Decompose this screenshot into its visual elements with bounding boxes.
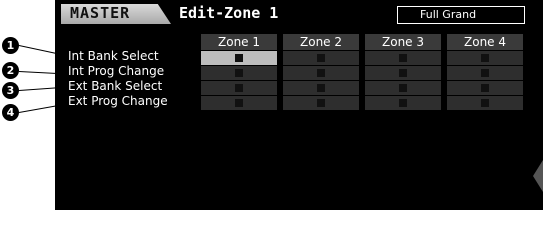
- page-title: Edit-Zone 1: [179, 4, 279, 22]
- checkbox-indicator-icon: [399, 99, 407, 107]
- page-right-arrow-icon[interactable]: [533, 160, 543, 192]
- zone-4-row-3-checkbox[interactable]: [447, 81, 523, 95]
- param-label-int-bank-select: Int Bank Select: [68, 49, 159, 63]
- zone-3-row-1-checkbox[interactable]: [365, 51, 441, 65]
- zone-2-header: Zone 2: [283, 34, 359, 50]
- callout-badge-4: 4: [2, 104, 19, 121]
- checkbox-indicator-icon: [399, 84, 407, 92]
- checkbox-indicator-icon: [481, 69, 489, 77]
- mode-label: MASTER: [70, 4, 131, 22]
- mode-tab: MASTER: [61, 4, 171, 24]
- zone-1-row-4-checkbox[interactable]: [201, 96, 277, 110]
- lcd-screen: MASTER Edit-Zone 1 Full Grand Int Bank S…: [55, 0, 543, 210]
- zone-3-row-2-checkbox[interactable]: [365, 66, 441, 80]
- checkbox-indicator-icon: [399, 54, 407, 62]
- checkbox-indicator-icon: [235, 84, 243, 92]
- param-label-int-prog-change: Int Prog Change: [68, 64, 165, 78]
- callout-badge-1: 1: [2, 37, 19, 54]
- zone-2-row-2-checkbox[interactable]: [283, 66, 359, 80]
- checkbox-indicator-icon: [481, 99, 489, 107]
- callout-badge-3: 3: [2, 82, 19, 99]
- voice-name-display: Full Grand: [397, 6, 525, 24]
- checkbox-indicator-icon: [235, 54, 243, 62]
- zone-2-row-1-checkbox[interactable]: [283, 51, 359, 65]
- zone-3-row-4-checkbox[interactable]: [365, 96, 441, 110]
- zone-2-row-4-checkbox[interactable]: [283, 96, 359, 110]
- parameter-labels: Int Bank Select Int Prog Change Ext Bank…: [55, 49, 197, 109]
- zone-1-row-3-checkbox[interactable]: [201, 81, 277, 95]
- param-label-ext-prog-change: Ext Prog Change: [68, 94, 168, 108]
- zone-4-row-1-checkbox[interactable]: [447, 51, 523, 65]
- checkbox-indicator-icon: [399, 69, 407, 77]
- param-label-ext-bank-select: Ext Bank Select: [68, 79, 163, 93]
- zone-1-row-2-checkbox[interactable]: [201, 66, 277, 80]
- checkbox-indicator-icon: [481, 84, 489, 92]
- checkbox-indicator-icon: [235, 99, 243, 107]
- checkbox-indicator-icon: [235, 69, 243, 77]
- zone-4-row-2-checkbox[interactable]: [447, 66, 523, 80]
- checkbox-indicator-icon: [481, 54, 489, 62]
- zone-2-row-3-checkbox[interactable]: [283, 81, 359, 95]
- checkbox-indicator-icon: [317, 84, 325, 92]
- zone-1-row-1-checkbox[interactable]: [201, 51, 277, 65]
- title-bar: MASTER Edit-Zone 1 Full Grand: [55, 2, 543, 24]
- zone-4-header: Zone 4: [447, 34, 523, 50]
- zone-1-header: Zone 1: [201, 34, 277, 50]
- checkbox-indicator-icon: [317, 54, 325, 62]
- callout-badge-2: 2: [2, 62, 19, 79]
- checkbox-indicator-icon: [317, 99, 325, 107]
- zone-4-row-4-checkbox[interactable]: [447, 96, 523, 110]
- zone-3-header: Zone 3: [365, 34, 441, 50]
- zone-3-row-3-checkbox[interactable]: [365, 81, 441, 95]
- checkbox-indicator-icon: [317, 69, 325, 77]
